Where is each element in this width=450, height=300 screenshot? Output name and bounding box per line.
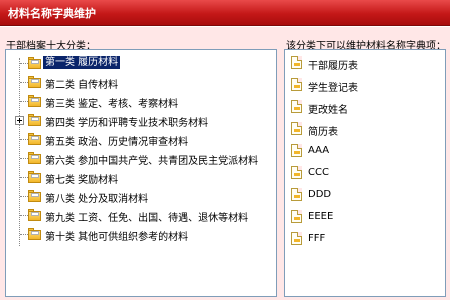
material-list: 干部履历表学生登记表更改姓名简历表 AAA CCC DDD EEEE FFF [285, 50, 445, 296]
tree-item-label: 第五类 政治、历史情况审查材料 [45, 137, 189, 148]
tree-item-label: 第三类 鉴定、考核、考察材料 [45, 99, 179, 110]
material-item-label: 干部履历表 [308, 61, 358, 72]
main-content: 干部档案十大分类： 该分类下可以维护材料名称字典项： 第一类 履历材料 第二类 自… [0, 27, 450, 300]
tree-item-category-3[interactable]: 第三类 鉴定、考核、考察材料 [6, 92, 274, 110]
tree-item-category-9[interactable]: 第九类 工资、任免、出国、待遇、退休等材料 [6, 206, 274, 224]
tree-item-label: 第四类 学历和评聘专业技术职务材料 [45, 118, 209, 129]
tree-item-category-2[interactable]: 第二类 自传材料 [6, 73, 274, 91]
folder-icon [28, 76, 41, 88]
tree-branch-line [20, 215, 28, 216]
material-list-item[interactable]: FFF [291, 230, 441, 248]
category-tree-panel[interactable]: 第一类 履历材料 第二类 自传材料第三类 鉴定、考核、考察材料第四类 学历和评聘专… [5, 49, 277, 297]
tree-item-category-5[interactable]: 第五类 政治、历史情况审查材料 [6, 130, 274, 148]
document-icon [291, 166, 302, 179]
document-icon [291, 232, 302, 245]
window-title: 材料名称字典维护 [8, 7, 96, 20]
tree-item-label: 第八类 处分及取消材料 [45, 194, 149, 205]
document-icon [291, 78, 302, 91]
material-item-label: FFF [308, 233, 326, 244]
tree-item-label: 第七类 奖励材料 [45, 175, 119, 186]
document-icon [291, 144, 302, 157]
tree-branch-line [20, 177, 28, 178]
document-icon [291, 188, 302, 201]
folder-icon [28, 114, 41, 126]
material-list-item[interactable]: CCC [291, 164, 441, 182]
material-item-label: CCC [308, 167, 329, 178]
folder-icon [28, 190, 41, 202]
material-list-item[interactable]: DDD [291, 186, 441, 204]
tree-branch-line [20, 234, 28, 235]
tree-item-label: 第六类 参加中国共产党、共青团及民主党派材料 [45, 156, 259, 167]
tree-item-category-6[interactable]: 第六类 参加中国共产党、共青团及民主党派材料 [6, 149, 274, 167]
material-item-label: DDD [308, 189, 332, 200]
tree-item-category-10[interactable]: 第十类 其他可供组织参考的材料 [6, 225, 274, 243]
material-list-panel[interactable]: 干部履历表学生登记表更改姓名简历表 AAA CCC DDD EEEE FFF [284, 49, 446, 297]
material-item-label: AAA [308, 145, 330, 156]
tree-branch-line [20, 101, 28, 102]
document-icon [291, 100, 302, 113]
material-item-label: 更改姓名 [308, 105, 348, 116]
material-list-item[interactable]: 简历表 [291, 120, 441, 138]
material-list-item[interactable]: 学生登记表 [291, 76, 441, 94]
tree-item-label: 第十类 其他可供组织参考的材料 [45, 232, 189, 243]
tree-item-category-4[interactable]: 第四类 学历和评聘专业技术职务材料 [6, 111, 274, 129]
tree-branch-line [20, 139, 28, 140]
folder-icon [28, 95, 41, 107]
material-item-label: 简历表 [308, 127, 338, 138]
material-list-item[interactable]: 更改姓名 [291, 98, 441, 116]
material-list-item[interactable]: 干部履历表 [291, 54, 441, 72]
tree-item-category-8[interactable]: 第八类 处分及取消材料 [6, 187, 274, 205]
tree-item-label: 第九类 工资、任免、出国、待遇、退休等材料 [45, 213, 249, 224]
category-tree: 第一类 履历材料 第二类 自传材料第三类 鉴定、考核、考察材料第四类 学历和评聘专… [6, 50, 276, 296]
document-icon [291, 122, 302, 135]
tree-branch-line [20, 82, 28, 83]
tree-branch-line [20, 196, 28, 197]
expand-plus-icon[interactable] [15, 116, 24, 125]
material-list-item[interactable]: EEEE [291, 208, 441, 226]
tree-branch-line [20, 158, 28, 159]
folder-icon [28, 171, 41, 183]
folder-icon [28, 57, 41, 69]
tree-branch-line [20, 63, 28, 64]
material-item-label: EEEE [308, 211, 334, 222]
window-titlebar: 材料名称字典维护 [0, 0, 450, 26]
document-icon [291, 210, 302, 223]
folder-icon [28, 209, 41, 221]
folder-icon [28, 228, 41, 240]
material-item-label: 学生登记表 [308, 83, 358, 94]
folder-icon [28, 152, 41, 164]
material-list-item[interactable]: AAA [291, 142, 441, 160]
tree-item-category-1[interactable]: 第一类 履历材料 [6, 54, 274, 72]
tree-item-label: 第一类 履历材料 [43, 56, 121, 69]
tree-item-category-7[interactable]: 第七类 奖励材料 [6, 168, 274, 186]
document-icon [291, 56, 302, 69]
tree-item-label: 第二类 自传材料 [45, 80, 119, 91]
folder-icon [28, 133, 41, 145]
